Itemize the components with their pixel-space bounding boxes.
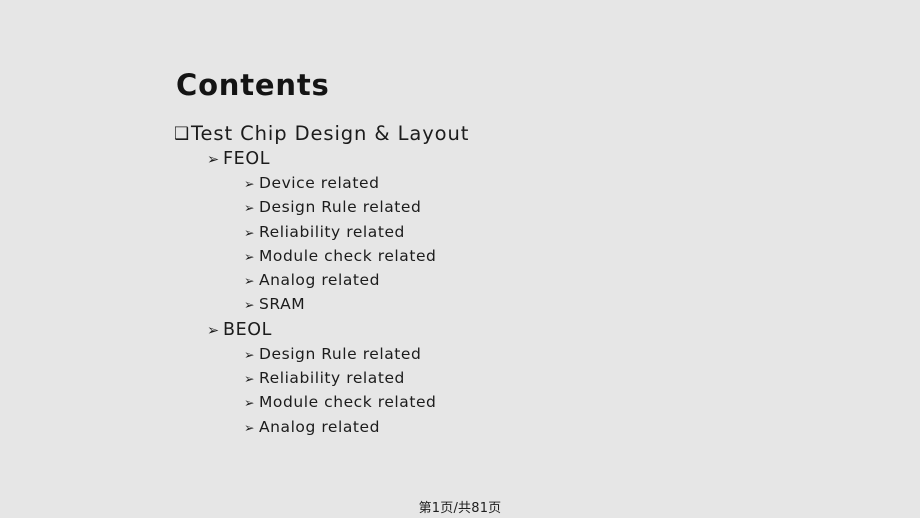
arrow-bullet-icon: ➢ [244,346,256,362]
outline-item-label: Analog related [259,271,381,290]
outline-item-level3: ➢ SRAM [0,295,920,319]
outline-item-level3: ➢ Module check related [0,247,920,271]
arrow-bullet-icon: ➢ [244,395,256,411]
outline-list: ❑ Test Chip Design & Layout ➢ FEOL ➢ Device r… [0,122,920,442]
outline-item-level2: ➢ BEOL [0,320,920,345]
outline-item-label: Test Chip Design & Layout [191,122,470,145]
outline-item-level3: ➢ Module check related [0,393,920,417]
arrow-bullet-icon: ➢ [244,419,256,435]
arrow-bullet-icon: ➢ [244,224,256,240]
page-title: Contents [176,68,330,102]
outline-item-label: Design Rule related [259,344,422,363]
outline-item-label: Device related [259,174,380,192]
outline-item-label: Analog related [259,417,381,436]
outline-item-level2: ➢ FEOL [0,149,920,174]
arrow-bullet-icon: ➢ [244,273,256,289]
outline-item-label: SRAM [259,295,306,314]
slide-canvas: Contents ❑ Test Chip Design & Layout ➢ FEOL… [0,0,920,518]
outline-item-level3: ➢ Reliability related [0,223,920,247]
outline-item-level1: ❑ Test Chip Design & Layout [0,122,920,149]
arrow-bullet-icon: ➢ [244,371,256,387]
arrow-bullet-icon: ➢ [244,297,256,313]
outline-item-level3: ➢ Reliability related [0,369,920,393]
outline-item-label: Reliability related [259,369,405,388]
outline-item-level3: ➢ Design Rule related [0,345,920,369]
square-bullet-icon: ❑ [174,124,191,144]
outline-item-label: Module check related [259,393,437,412]
outline-item-label: Module check related [259,246,437,265]
outline-item-level3: ➢ Design Rule related [0,198,920,222]
outline-item-label: Reliability related [259,222,405,241]
page-indicator: 第1页/共81页 [418,501,502,516]
arrow-bullet-icon: ➢ [207,152,220,168]
outline-item-label: FEOL [223,149,271,169]
arrow-bullet-icon: ➢ [244,248,256,264]
outline-item-level3: ➢ Device related [0,174,920,198]
arrow-bullet-icon: ➢ [207,322,220,339]
outline-item-level3: ➢ Analog related [0,418,920,442]
outline-item-level3: ➢ Analog related [0,271,920,295]
outline-item-label: Design Rule related [259,198,422,217]
arrow-bullet-icon: ➢ [244,176,256,191]
arrow-bullet-icon: ➢ [244,200,256,216]
outline-item-label: BEOL [223,319,272,340]
